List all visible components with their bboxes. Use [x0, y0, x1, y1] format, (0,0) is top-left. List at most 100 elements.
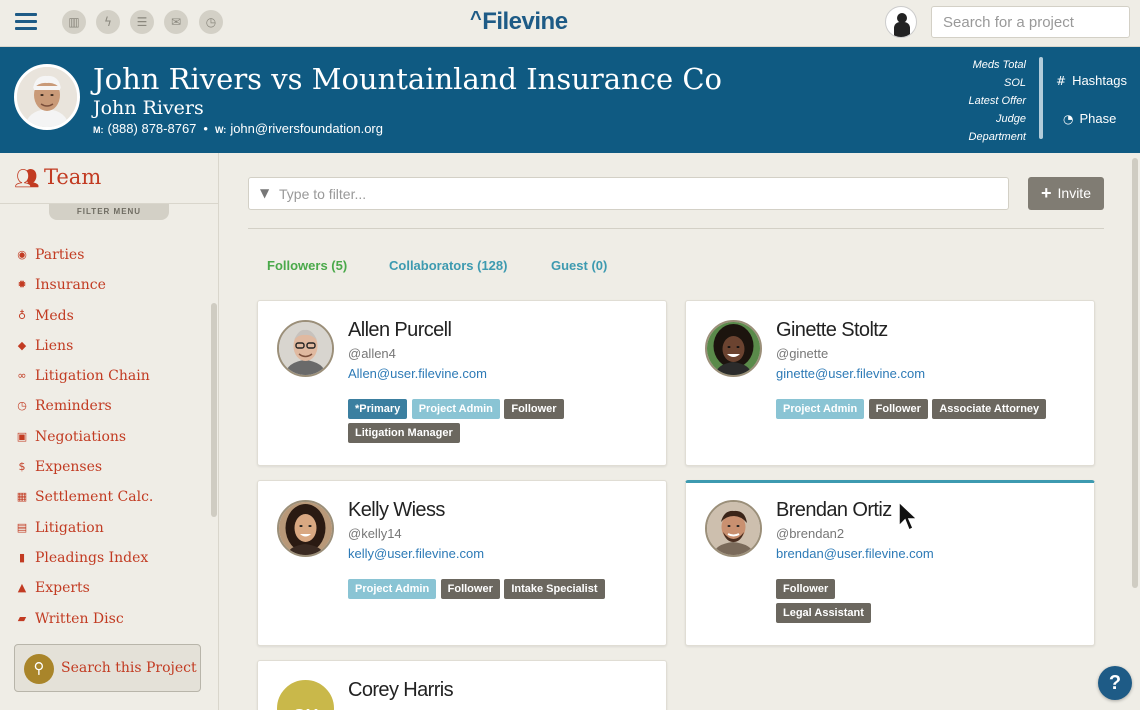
main-scrollbar[interactable] [1132, 158, 1138, 588]
clock-icon[interactable]: ◷ [199, 10, 223, 34]
team-member-card[interactable]: Allen Purcell @allen4 Allen@user.filevin… [257, 300, 667, 466]
member-handle: @kelly14 [348, 526, 402, 541]
work-email[interactable]: john@riversfoundation.org [230, 121, 383, 136]
mail-icon[interactable]: ✉ [164, 10, 188, 34]
team-member-card[interactable]: Ginette Stoltz @ginette ginette@user.fil… [685, 300, 1095, 466]
link-icon: ∞ [17, 369, 27, 383]
project-search-input[interactable] [931, 6, 1130, 38]
tags-icon: ◆ [17, 338, 27, 352]
project-title: John Rivers vs Mountainland Insurance Co [93, 62, 722, 96]
project-header: John Rivers vs Mountainland Insurance Co… [0, 47, 1140, 153]
sidebar-item-label: Liens [35, 337, 74, 354]
team-member-card[interactable]: Kelly Wiess @kelly14 kelly@user.filevine… [257, 480, 667, 646]
sidebar-item-parties[interactable]: ◉ Parties [0, 243, 210, 273]
sidebar-item-experts[interactable]: ▲ Experts [0, 576, 210, 606]
search-this-project-button[interactable]: ⚲ Search this Project [14, 644, 201, 692]
search-this-project-label: Search this Project [61, 660, 197, 676]
phase-label: Phase [1079, 111, 1117, 126]
badge-project-admin: Project Admin [348, 579, 437, 599]
sidebar-item-expenses[interactable]: $ Expenses [0, 455, 210, 485]
member-email[interactable]: brendan@user.filevine.com [776, 546, 934, 561]
meta-field-sol: SOL [1003, 77, 1026, 89]
badge-role: Legal Assistant [776, 603, 871, 623]
member-name: Kelly Wiess [348, 499, 445, 521]
member-email[interactable]: kelly@user.filevine.com [348, 546, 484, 561]
section-title: Team [44, 165, 102, 189]
users-icon: 👥︎ [14, 166, 40, 190]
meta-field-judge: Judge [996, 113, 1026, 125]
sidebar-item-reminders[interactable]: ◷ Reminders [0, 394, 210, 424]
sidebar-item-label: Negotiations [35, 428, 127, 445]
filter-input[interactable] [248, 177, 1009, 210]
member-name: Corey Harris [348, 679, 454, 701]
tab-guest[interactable]: Guest (0) [551, 258, 607, 273]
member-avatar [277, 500, 334, 557]
graduation-cap-icon: ▲ [17, 581, 27, 595]
team-member-card[interactable]: CH Corey Harris [257, 660, 667, 710]
phase-link[interactable]: ◔ Phase [1063, 111, 1116, 126]
hashtags-label: Hashtags [1072, 73, 1127, 88]
member-email[interactable]: ginette@user.filevine.com [776, 366, 925, 381]
member-email[interactable]: Allen@user.filevine.com [348, 366, 487, 381]
calculator-icon: ▦ [16, 490, 28, 504]
sidebar-item-insurance[interactable]: ✹ Insurance [0, 273, 210, 303]
layout-icon[interactable]: ▥ [62, 10, 86, 34]
meta-divider [1039, 57, 1043, 139]
meta-field-latest-offer: Latest Offer [968, 95, 1026, 107]
stethoscope-icon: ♁ [17, 308, 27, 322]
filter-icon: ▼ [260, 186, 270, 200]
sidebar-item-litigation-chain[interactable]: ∞ Litigation Chain [0, 364, 210, 394]
sidebar-item-label: Litigation Chain [35, 368, 150, 385]
tab-followers[interactable]: Followers (5) [267, 258, 347, 273]
sidebar-item-label: Litigation [35, 519, 104, 536]
member-handle: @brendan2 [776, 526, 845, 541]
sidebar-item-negotiations[interactable]: ▣ Negotiations [0, 425, 210, 455]
project-meta-fields: Meds Total SOL Latest Offer Judge Depart… [969, 56, 1026, 146]
team-member-card[interactable]: Brendan Ortiz @brendan2 brendan@user.fil… [685, 480, 1095, 646]
member-handle: @allen4 [348, 346, 396, 361]
top-bar: ▥ ϟ ☰ ✉ ◷ ^Filevine [0, 0, 1140, 47]
help-button[interactable]: ? [1098, 666, 1132, 700]
mouse-pointer-icon [898, 500, 919, 532]
sidebar-item-litigation[interactable]: ▤ Litigation [0, 516, 210, 546]
mobile-number[interactable]: (888) 878-8767 [108, 121, 197, 136]
tab-collaborators[interactable]: Collaborators (128) [389, 258, 507, 273]
dollar-icon: $ [18, 460, 26, 474]
member-badges: Project Admin Follower Associate Attorne… [776, 399, 1076, 423]
sidebar-item-liens[interactable]: ◆ Liens [0, 334, 210, 364]
sidebar-item-label: Meds [35, 307, 74, 324]
badge-follower: Follower [504, 399, 564, 419]
sidebar: 👥︎ Team FILTER MENU ◉ Parties ✹ Insurance ♁ M… [0, 153, 219, 710]
clock-icon: ◷ [17, 399, 27, 413]
badge-follower: Follower [440, 579, 500, 599]
sidebar-scrollbar[interactable] [211, 303, 217, 517]
hamburger-menu-icon[interactable] [15, 13, 37, 31]
user-avatar[interactable] [885, 6, 917, 38]
filevine-logo[interactable]: ^Filevine [470, 8, 568, 38]
sidebar-item-label: Written Disc [35, 610, 124, 627]
member-handle: @ginette [776, 346, 829, 361]
member-name: Allen Purcell [348, 319, 452, 341]
logo-text: Filevine [482, 8, 568, 35]
book-icon: ▰ [17, 611, 27, 625]
bolt-icon[interactable]: ϟ [96, 10, 120, 34]
badge-role: Intake Specialist [504, 579, 605, 599]
sidebar-item-settlement-calc[interactable]: ▦ Settlement Calc. [0, 485, 210, 515]
sidebar-item-written-disc[interactable]: ▰ Written Disc [0, 607, 210, 637]
member-avatar [277, 320, 334, 377]
list-icon[interactable]: ☰ [130, 10, 154, 34]
sidebar-item-label: Settlement Calc. [35, 489, 154, 506]
sidebar-item-label: Expenses [35, 459, 103, 476]
hashtags-link[interactable]: # Hashtags [1056, 73, 1127, 88]
sidebar-item-meds[interactable]: ♁ Meds [0, 304, 210, 334]
member-badges: *Primary Project Admin Follower Litigati… [348, 399, 648, 447]
meta-field-meds-total: Meds Total [972, 59, 1026, 71]
member-badges: Project Admin Follower Intake Specialist [348, 579, 648, 603]
client-contact: M: (888) 878-8767 • W: john@riversfoundation… [93, 121, 383, 136]
user-circle-icon: ◉ [17, 248, 27, 261]
file-icon: ▮ [18, 550, 26, 564]
invite-button[interactable]: + Invite [1028, 177, 1104, 210]
member-name: Ginette Stoltz [776, 319, 888, 341]
sidebar-item-pleadings-index[interactable]: ▮ Pleadings Index [0, 546, 210, 576]
filter-menu-toggle[interactable]: FILTER MENU [49, 204, 169, 220]
